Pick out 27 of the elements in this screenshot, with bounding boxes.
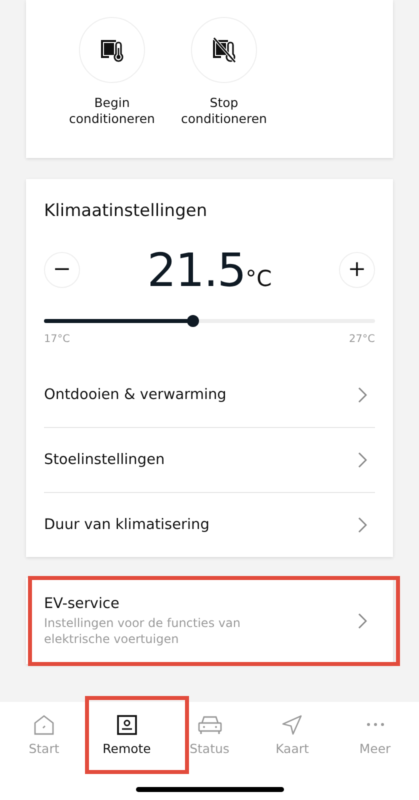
remote-icon — [116, 714, 138, 736]
action-label: Stop conditioneren — [180, 95, 268, 127]
screen-thermometer-off-icon — [211, 37, 237, 63]
tab[interactable]: Remote — [92, 702, 161, 766]
screen-thermometer-icon — [99, 37, 125, 63]
settings-row[interactable]: Stoelinstellingen — [44, 427, 375, 492]
navigation-arrow-icon — [281, 714, 304, 736]
chevron-icon — [358, 452, 367, 468]
settings-row[interactable]: Ontdooien & verwarming — [44, 363, 375, 427]
max-temperature-label: 27°C — [349, 333, 375, 345]
action-label: Begin conditioneren — [68, 95, 156, 127]
chevron-icon — [358, 613, 367, 629]
car-icon — [196, 714, 222, 736]
slider-thumb[interactable] — [186, 315, 199, 327]
more-icon — [366, 723, 384, 726]
home-icon — [33, 714, 55, 736]
settings-row[interactable]: Duur van klimatisering — [44, 492, 375, 557]
temperature-unit: °C — [246, 267, 272, 292]
decrease-button[interactable]: − — [44, 252, 80, 288]
increase-button[interactable]: + — [338, 252, 375, 288]
row-description: Instellingen voor de functies van elektrische voertuigen — [44, 614, 242, 646]
row-title: EV-service — [44, 596, 120, 612]
chevron-icon — [358, 387, 367, 403]
chevron-icon — [358, 517, 367, 533]
min-temperature-label: 17°C — [44, 333, 70, 345]
section-title: Klimaatinstellingen — [44, 201, 208, 221]
temperature-value: 21.5 — [147, 243, 246, 297]
